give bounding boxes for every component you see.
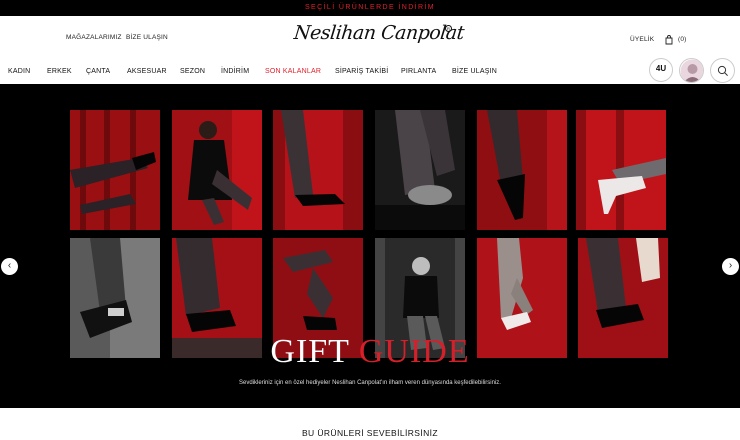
contact-link[interactable]: BİZE ULAŞIN <box>126 34 168 41</box>
for-you-label: 4U <box>655 64 667 73</box>
brand-name: Neslihan Canpolat <box>292 22 466 44</box>
stores-link[interactable]: MAĞAZALARIMIZ <box>66 34 122 41</box>
gift-photo[interactable] <box>576 110 666 230</box>
nav-item-canta[interactable]: ÇANTA <box>86 68 110 75</box>
avatar[interactable] <box>679 58 704 83</box>
gift-title-red: GUIDE <box>358 333 470 370</box>
gift-photo[interactable] <box>375 110 465 230</box>
membership-link[interactable]: ÜYELİK <box>630 36 654 43</box>
hero-banner[interactable]: GIFT GUIDE Sevdikleriniz için en özel he… <box>0 84 740 408</box>
nav-item-aksesuar[interactable]: AKSESUAR <box>127 68 167 75</box>
registered-mark: R <box>445 25 452 32</box>
gift-photo[interactable] <box>477 110 567 230</box>
gift-guide-title: GIFT GUIDE <box>0 334 740 370</box>
hero-subtitle: Sevdikleriniz için en özel hediyeler Nes… <box>239 380 501 386</box>
nav-item-erkek[interactable]: ERKEK <box>47 68 72 75</box>
nav-item-son-kalanlar[interactable]: SON KALANLAR <box>265 68 321 75</box>
carousel-next-button[interactable]: › <box>722 258 739 275</box>
gift-photo[interactable] <box>70 110 160 230</box>
carousel-prev-button[interactable]: ‹ <box>1 258 18 275</box>
header: MAĞAZALARIMIZ BİZE ULAŞIN Neslihan Canpo… <box>0 16 740 60</box>
nav-item-bize-ulasin[interactable]: BİZE ULAŞIN <box>452 68 497 75</box>
announcement-bar[interactable]: SEÇİLİ ÜRÜNLERDE İNDİRİM <box>0 0 740 16</box>
nav-item-pirlanta[interactable]: PIRLANTA <box>401 68 436 75</box>
nav-item-sezon[interactable]: SEZON <box>180 68 205 75</box>
nav-item-indirim[interactable]: İNDİRİM <box>221 68 249 75</box>
search-button[interactable] <box>710 58 735 83</box>
gift-title-white: GIFT <box>270 333 350 370</box>
cart-count[interactable]: (0) <box>678 36 687 43</box>
main-nav: KADIN ERKEK ÇANTA AKSESUAR SEZON İNDİRİM… <box>0 58 740 86</box>
nav-item-siparis-takibi[interactable]: SİPARİŞ TAKİBİ <box>335 68 388 75</box>
section-title: BU ÜRÜNLERİ SEVEBİLİRSİNİZ <box>301 428 439 438</box>
nav-item-kadin[interactable]: KADIN <box>8 68 30 75</box>
search-icon <box>717 65 728 76</box>
gift-photo[interactable] <box>273 110 363 230</box>
for-you-button[interactable]: 4U <box>649 58 673 82</box>
cart-icon[interactable] <box>664 32 674 50</box>
gift-photo[interactable] <box>172 110 262 230</box>
brand-logo[interactable]: Neslihan Canpolat R <box>292 22 466 56</box>
